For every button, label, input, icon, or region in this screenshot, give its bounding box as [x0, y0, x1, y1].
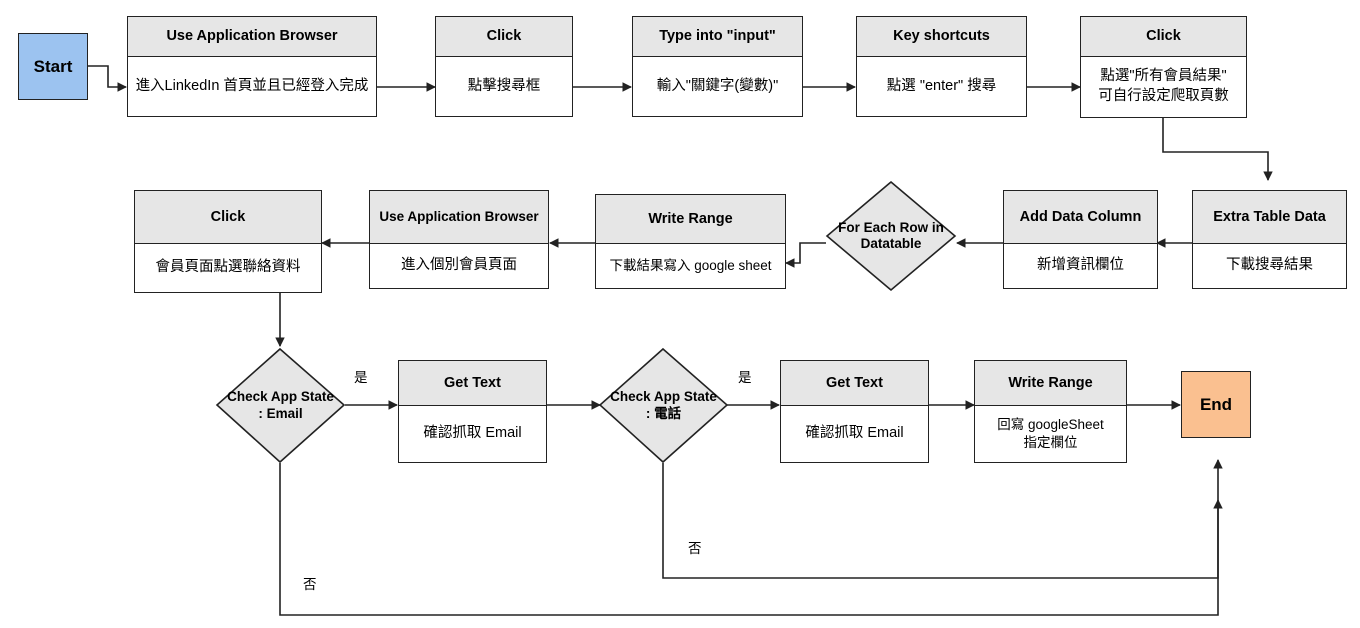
- node-body: 進入LinkedIn 首頁並且已經登入完成: [135, 77, 369, 94]
- node-write-range-fields[interactable]: Write Range 回寫 googleSheet 指定欄位: [974, 360, 1127, 463]
- node-use-app-browser-1[interactable]: Use Application Browser 進入LinkedIn 首頁並且已…: [127, 16, 377, 117]
- node-click-contact-info[interactable]: Click 會員頁面點選聯絡資料: [134, 190, 322, 293]
- node-header: Type into "input": [633, 17, 802, 57]
- node-header: Write Range: [975, 361, 1126, 406]
- terminal-end[interactable]: End: [1181, 371, 1251, 438]
- node-click-search-box[interactable]: Click 點擊搜尋框: [435, 16, 573, 117]
- decision-label: For Each Row in Datatable: [838, 219, 944, 251]
- terminal-start[interactable]: Start: [18, 33, 88, 100]
- decision-check-app-state-phone[interactable]: Check App State : 電話: [598, 347, 729, 464]
- terminal-start-label: Start: [33, 56, 73, 76]
- node-body: 會員頁面點選聯絡資料: [155, 259, 301, 276]
- node-extra-table-data[interactable]: Extra Table Data 下載搜尋結果: [1192, 190, 1347, 289]
- decision-check-app-state-email[interactable]: Check App State : Email: [215, 347, 346, 464]
- edge-label-yes-phone: 是: [738, 370, 752, 385]
- node-header: Click: [1081, 17, 1246, 57]
- node-write-range-sheet[interactable]: Write Range 下載結果寫入 google sheet: [595, 194, 786, 289]
- node-header: Use Application Browser: [370, 191, 548, 244]
- node-header: Write Range: [596, 195, 785, 244]
- decision-for-each-row[interactable]: For Each Row in Datatable: [825, 180, 957, 292]
- edge-label-no-phone: 否: [688, 541, 702, 556]
- node-body: 回寫 googleSheet 指定欄位: [997, 416, 1104, 450]
- node-key-shortcuts[interactable]: Key shortcuts 點選 "enter" 搜尋: [856, 16, 1027, 117]
- node-header: Click: [436, 17, 572, 57]
- node-header: Click: [135, 191, 321, 244]
- node-body: 新增資訊欄位: [1037, 257, 1124, 274]
- node-header: Extra Table Data: [1193, 191, 1346, 244]
- node-body: 進入個別會員頁面: [401, 257, 517, 274]
- node-header: Key shortcuts: [857, 17, 1026, 57]
- decision-label: Check App State : Email: [227, 389, 334, 421]
- node-body: 點擊搜尋框: [467, 77, 541, 94]
- node-body: 點選"所有會員結果" 可自行設定爬取頁數: [1098, 68, 1229, 104]
- node-header: Get Text: [781, 361, 928, 406]
- flowchart-canvas: Get Text (Email) --> Get Text (phone) --…: [0, 0, 1360, 628]
- edge-label-no-email: 否: [303, 577, 317, 592]
- node-type-into-input[interactable]: Type into "input" 輸入"關鍵字(變數)": [632, 16, 803, 117]
- node-body: 確認抓取 Email: [805, 425, 904, 442]
- node-header: Use Application Browser: [128, 17, 376, 57]
- node-use-app-browser-2[interactable]: Use Application Browser 進入個別會員頁面: [369, 190, 549, 289]
- decision-label: Check App State : 電話: [610, 389, 717, 421]
- node-header: Add Data Column: [1004, 191, 1157, 244]
- node-body: 輸入"關鍵字(變數)": [656, 77, 779, 94]
- edge-label-yes-email: 是: [354, 370, 368, 385]
- node-body: 下載結果寫入 google sheet: [609, 257, 772, 273]
- node-get-text-phone[interactable]: Get Text 確認抓取 Email: [780, 360, 929, 463]
- node-body: 下載搜尋結果: [1226, 257, 1313, 274]
- node-get-text-email[interactable]: Get Text 確認抓取 Email: [398, 360, 547, 463]
- terminal-end-label: End: [1199, 394, 1233, 414]
- node-click-all-member-results[interactable]: Click 點選"所有會員結果" 可自行設定爬取頁數: [1080, 16, 1247, 118]
- node-add-data-column[interactable]: Add Data Column 新增資訊欄位: [1003, 190, 1158, 289]
- node-body: 點選 "enter" 搜尋: [886, 77, 997, 94]
- node-body: 確認抓取 Email: [423, 425, 522, 442]
- node-header: Get Text: [399, 361, 546, 406]
